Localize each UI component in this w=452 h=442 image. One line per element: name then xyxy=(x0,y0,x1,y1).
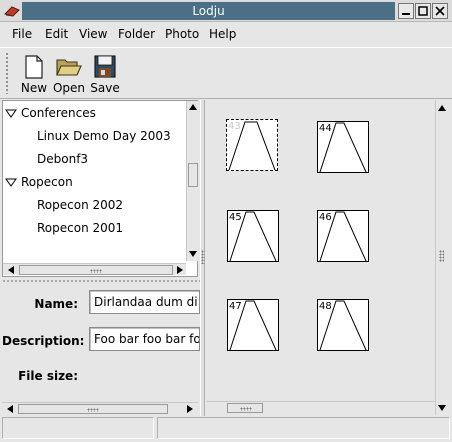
photo-thumbnail[interactable]: 48 xyxy=(317,299,369,351)
new-document-icon xyxy=(25,55,43,79)
status-cell-right xyxy=(157,417,450,439)
scroll-up-icon[interactable] xyxy=(187,101,199,113)
scroll-down-icon[interactable] xyxy=(187,248,199,260)
toolbar-handle[interactable] xyxy=(5,52,9,94)
minimize-icon[interactable] xyxy=(398,3,414,19)
expander-open-icon[interactable] xyxy=(5,178,17,187)
new-button[interactable]: New xyxy=(16,54,52,98)
description-label: Description: xyxy=(2,334,85,348)
menu-view[interactable]: View xyxy=(79,27,107,41)
menu-folder[interactable]: Folder xyxy=(118,27,155,41)
photo-number: 46 xyxy=(319,212,332,223)
scroll-right-icon[interactable] xyxy=(174,264,186,276)
name-field[interactable]: Dirlandaa dum di dum xyxy=(89,290,200,314)
description-field[interactable]: Foo bar foo bar foo ba xyxy=(89,327,200,351)
properties-pane: Name: Dirlandaa dum di dum Description: … xyxy=(2,285,200,400)
tree-item-debonf3[interactable]: Debonf3 xyxy=(37,149,88,169)
photo-number: 44 xyxy=(319,123,332,134)
app-icon xyxy=(4,6,20,17)
photo-thumbnail[interactable]: 43 xyxy=(226,119,278,171)
open-button[interactable]: Open xyxy=(51,54,87,98)
menu-photo[interactable]: Photo xyxy=(165,27,199,41)
title-bar[interactable]: Lodju xyxy=(0,0,452,22)
photo-horizontal-scrollbar[interactable] xyxy=(207,401,435,413)
new-button-label: New xyxy=(20,81,48,95)
menu-file[interactable]: File xyxy=(12,27,32,41)
photo-thumbnail[interactable]: 47 xyxy=(227,299,279,351)
menu-help[interactable]: Help xyxy=(209,27,236,41)
close-icon[interactable] xyxy=(432,3,448,19)
photo-vertical-scrollbar[interactable] xyxy=(435,100,447,415)
menu-edit[interactable]: Edit xyxy=(45,27,68,41)
maximize-icon[interactable] xyxy=(415,3,431,19)
scroll-thumb[interactable] xyxy=(18,404,168,414)
scroll-right-icon[interactable] xyxy=(184,403,196,415)
photo-thumbnail[interactable]: 45 xyxy=(227,210,279,262)
status-cell-left xyxy=(2,417,154,439)
toolbar: New Open Save xyxy=(0,47,452,99)
tree-item-linux-demo-day-2003[interactable]: Linux Demo Day 2003 xyxy=(37,126,171,146)
photo-thumbnail[interactable]: 44 xyxy=(317,121,369,173)
photo-number: 48 xyxy=(319,301,332,312)
tree-group-conferences[interactable]: Conferences xyxy=(3,103,183,123)
scroll-down-icon[interactable] xyxy=(436,402,448,414)
photo-number: 45 xyxy=(229,212,242,223)
scroll-up-icon[interactable] xyxy=(436,102,448,114)
scroll-thumb[interactable] xyxy=(19,265,173,275)
name-label: Name: xyxy=(34,297,78,311)
tree-item-label: Linux Demo Day 2003 xyxy=(37,129,171,143)
tree-item-label: Ropecon 2001 xyxy=(37,221,124,235)
scroll-thumb[interactable] xyxy=(227,403,263,413)
scroll-left-icon[interactable] xyxy=(4,403,16,415)
scroll-thumb[interactable] xyxy=(188,163,198,187)
tree-vertical-scrollbar[interactable] xyxy=(186,101,198,261)
scroll-thumb[interactable] xyxy=(439,250,444,262)
photo-number: 47 xyxy=(229,301,242,312)
tree-group-label: Conferences xyxy=(21,106,96,120)
save-button-label: Save xyxy=(90,81,120,95)
horizontal-splitter[interactable] xyxy=(2,279,200,283)
tree-group-label: Ropecon xyxy=(21,175,73,189)
tree-horizontal-scrollbar[interactable] xyxy=(3,263,186,275)
tree-item-label: Debonf3 xyxy=(37,152,89,166)
tree-item-ropecon-2002[interactable]: Ropecon 2002 xyxy=(37,195,123,215)
tree-item-label: Ropecon 2002 xyxy=(37,198,124,212)
photo-thumbnail[interactable]: 46 xyxy=(317,210,369,262)
window-title: Lodju xyxy=(22,2,395,20)
scroll-left-icon[interactable] xyxy=(5,264,17,276)
open-button-label: Open xyxy=(52,81,86,95)
save-button[interactable]: Save xyxy=(87,54,123,98)
menu-bar: File Edit View Folder Photo Help xyxy=(0,23,452,46)
save-disk-icon xyxy=(94,55,116,78)
properties-horizontal-scrollbar[interactable] xyxy=(2,402,198,414)
filesize-label: File size: xyxy=(18,369,78,383)
open-folder-icon xyxy=(56,59,82,76)
photo-grid: 43 44 45 46 47 48 xyxy=(205,100,435,400)
folder-tree: Conferences Linux Demo Day 2003 Debonf3 … xyxy=(2,100,198,277)
photo-number: 43 xyxy=(228,121,241,132)
tree-group-ropecon[interactable]: Ropecon xyxy=(3,172,183,192)
expander-open-icon[interactable] xyxy=(5,109,17,118)
tree-item-ropecon-2001[interactable]: Ropecon 2001 xyxy=(37,218,123,238)
